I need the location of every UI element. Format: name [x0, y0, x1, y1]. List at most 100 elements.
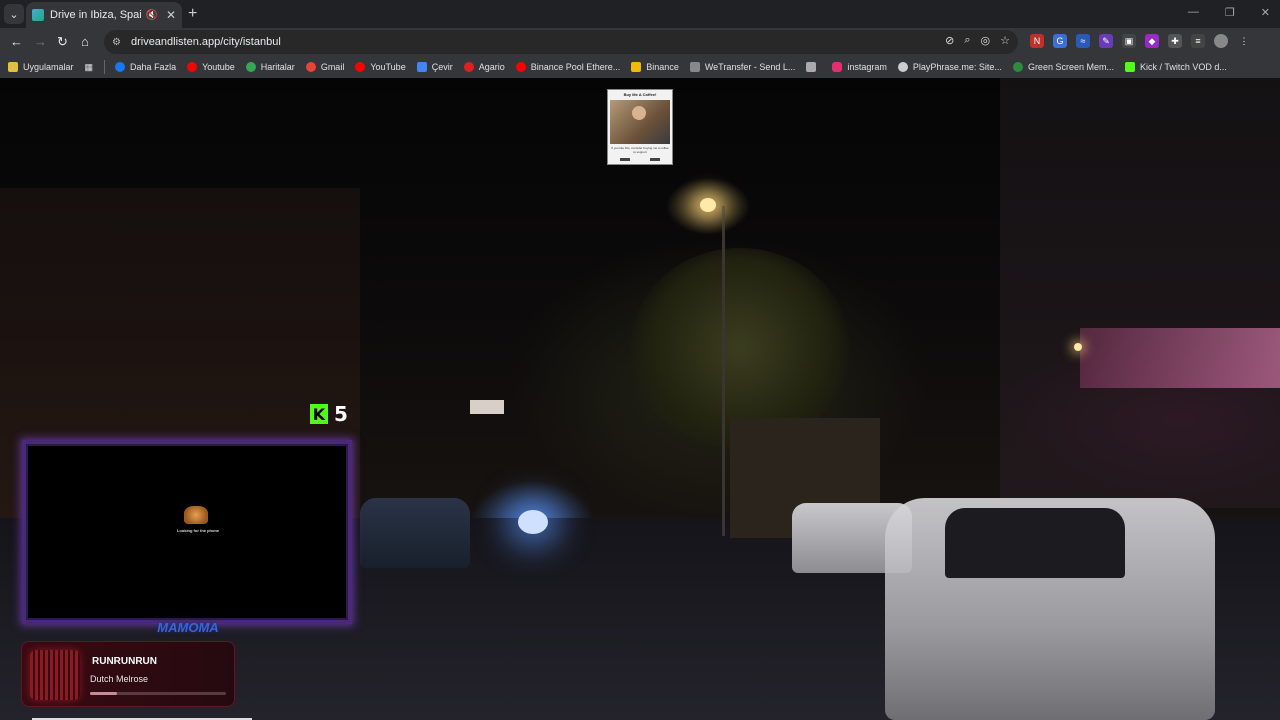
bookmarks-bar: Uygulamalar ▦ Daha Fazla Youtube Harital… [0, 56, 1280, 78]
extension-new-icon[interactable]: N [1030, 34, 1044, 48]
donate-button-right[interactable] [650, 158, 660, 161]
street-lamp-far [1074, 343, 1082, 351]
tab-search-button[interactable]: ⌄ [4, 4, 24, 24]
street-sign [470, 400, 504, 414]
eye-off-icon[interactable]: ⊘ [945, 34, 954, 47]
apps-grid-icon [8, 62, 18, 72]
donate-card[interactable]: Buy Me A Coffee! If you like this, consi… [607, 89, 673, 165]
playphrase-icon [897, 62, 908, 72]
site-favicon-icon [32, 9, 44, 21]
instagram-icon [832, 62, 843, 72]
translate-icon [416, 62, 427, 72]
restore-icon[interactable]: ❐ [1225, 6, 1235, 19]
purple-extension-icon[interactable]: ◆ [1145, 34, 1159, 48]
bookmark-item[interactable]: Çevir [416, 62, 453, 72]
bookmark-item[interactable]: Haritalar [245, 62, 295, 72]
wave-extension-icon[interactable]: ≈ [1076, 34, 1090, 48]
bookmark-item[interactable]: Green Screen Mem... [1012, 62, 1114, 72]
reload-icon[interactable]: ↻ [57, 34, 68, 50]
streamer-logo: MAMOMA [157, 620, 219, 635]
bookmark-item[interactable] [806, 62, 821, 72]
bookmark-star-icon[interactable]: ☆ [1000, 34, 1010, 47]
wetransfer-icon [689, 62, 700, 72]
bookmark-icon [806, 62, 817, 72]
bookmark-item[interactable]: PlayPhrase.me: Site... [897, 62, 1002, 72]
donate-photo [610, 100, 670, 144]
forward-icon[interactable]: → [34, 34, 47, 49]
translate-extension-icon[interactable]: G [1053, 34, 1067, 48]
tab-title: Drive in Ibiza, Spain - Drive [50, 9, 142, 21]
bookmark-item[interactable]: Binance Pool Ethere... [515, 62, 620, 72]
track-artist: Dutch Melrose [90, 674, 149, 684]
donate-face [632, 106, 646, 120]
omnibox-actions: ⊘ ⌕ ◎ ☆ [945, 34, 1010, 47]
tiger-loading-icon [184, 506, 208, 524]
bookmark-item[interactable]: Gmail [305, 62, 344, 72]
bookmark-grid[interactable]: ▦ [85, 62, 94, 73]
hide-icon[interactable]: ◎ [981, 34, 991, 47]
bookmark-item[interactable]: Binance [631, 62, 679, 72]
now-playing-widget: RUNRUNRUN Dutch Melrose [21, 641, 235, 707]
bookmark-item[interactable]: instagram [832, 62, 887, 72]
feather-extension-icon[interactable]: ✎ [1099, 34, 1113, 48]
loading-text: Looking for the phone [176, 528, 220, 533]
binance-icon [631, 62, 642, 72]
bookmark-item[interactable]: YouTube [355, 62, 406, 72]
youtube-icon [515, 62, 526, 72]
extensions-area: N G ≈ ✎ ▣ ◆ ✚ ≡ ⋮ [1030, 34, 1251, 48]
album-art [30, 650, 80, 700]
grid-icon: ▦ [84, 61, 94, 72]
back-icon[interactable]: ← [10, 34, 23, 49]
reading-list-icon[interactable]: ≡ [1191, 34, 1205, 48]
bookmark-apps[interactable]: Uygulamalar [8, 62, 74, 72]
bookmark-item[interactable]: Kick / Twitch VOD d... [1124, 62, 1227, 72]
site-info-icon[interactable]: ⚙ [112, 37, 121, 48]
tab-audio-muted-icon[interactable]: 🔇 [145, 10, 157, 21]
extensions-puzzle-icon[interactable]: ✚ [1168, 34, 1182, 48]
window-controls: — ❐ ✕ [1188, 6, 1270, 19]
street-lamp [700, 198, 716, 212]
close-window-icon[interactable]: ✕ [1261, 6, 1270, 19]
tab-strip: ⌄ Drive in Ibiza, Spain - Drive 🔇 ✕ + — … [0, 0, 1280, 28]
webcam-frame: Looking for the phone [22, 440, 352, 624]
oncoming-headlight [518, 510, 548, 534]
zoom-icon[interactable]: ⌕ [964, 34, 970, 47]
url-text[interactable]: driveandlisten.app/city/istanbul [131, 36, 281, 48]
track-progress-fill [90, 692, 118, 695]
facebook-icon [115, 62, 126, 72]
video-stage[interactable]: Buy Me A Coffee! If you like this, consi… [0, 78, 1280, 720]
tab-close-icon[interactable]: ✕ [166, 8, 176, 22]
address-bar[interactable]: ⚙ driveandlisten.app/city/istanbul ⊘ ⌕ ◎… [104, 30, 1018, 54]
viewer-count: 5 [334, 402, 348, 426]
bookmark-item[interactable]: Youtube [187, 62, 235, 72]
green-screen-icon [1012, 62, 1023, 72]
donate-buttons [610, 158, 670, 161]
building-right [1000, 78, 1280, 508]
parked-car-left [360, 498, 470, 568]
foreground-car-window [945, 508, 1125, 578]
minimize-icon[interactable]: — [1188, 6, 1199, 19]
home-icon[interactable]: ⌂ [81, 34, 89, 49]
bookmark-item[interactable]: Daha Fazla [115, 62, 176, 72]
donate-button-left[interactable] [620, 158, 630, 161]
tab-active[interactable]: Drive in Ibiza, Spain - Drive 🔇 ✕ [26, 2, 182, 28]
new-tab-button[interactable]: + [188, 5, 197, 23]
webcam-feed: Looking for the phone [34, 450, 340, 614]
maps-icon [245, 62, 256, 72]
gmail-icon [305, 62, 316, 72]
track-title: RUNRUNRUN [92, 656, 157, 667]
browser-toolbar: ← → ↻ ⌂ ⚙ driveandlisten.app/city/istanb… [0, 28, 1280, 56]
bookmark-item[interactable]: Agario [463, 62, 505, 72]
picture-extension-icon[interactable]: ▣ [1122, 34, 1136, 48]
agario-icon [463, 62, 474, 72]
kick-viewer-counter: K 5 [310, 402, 348, 426]
bookmark-item[interactable]: WeTransfer - Send L... [689, 62, 795, 72]
profile-avatar[interactable] [1214, 34, 1228, 48]
menu-kebab-icon[interactable]: ⋮ [1237, 34, 1251, 48]
kick-icon [1124, 62, 1135, 72]
track-progress [90, 692, 226, 695]
neon-shopfront [1080, 328, 1280, 388]
kick-logo-icon: K [310, 404, 328, 424]
youtube-icon [355, 62, 366, 72]
street-light-pole [722, 206, 725, 536]
